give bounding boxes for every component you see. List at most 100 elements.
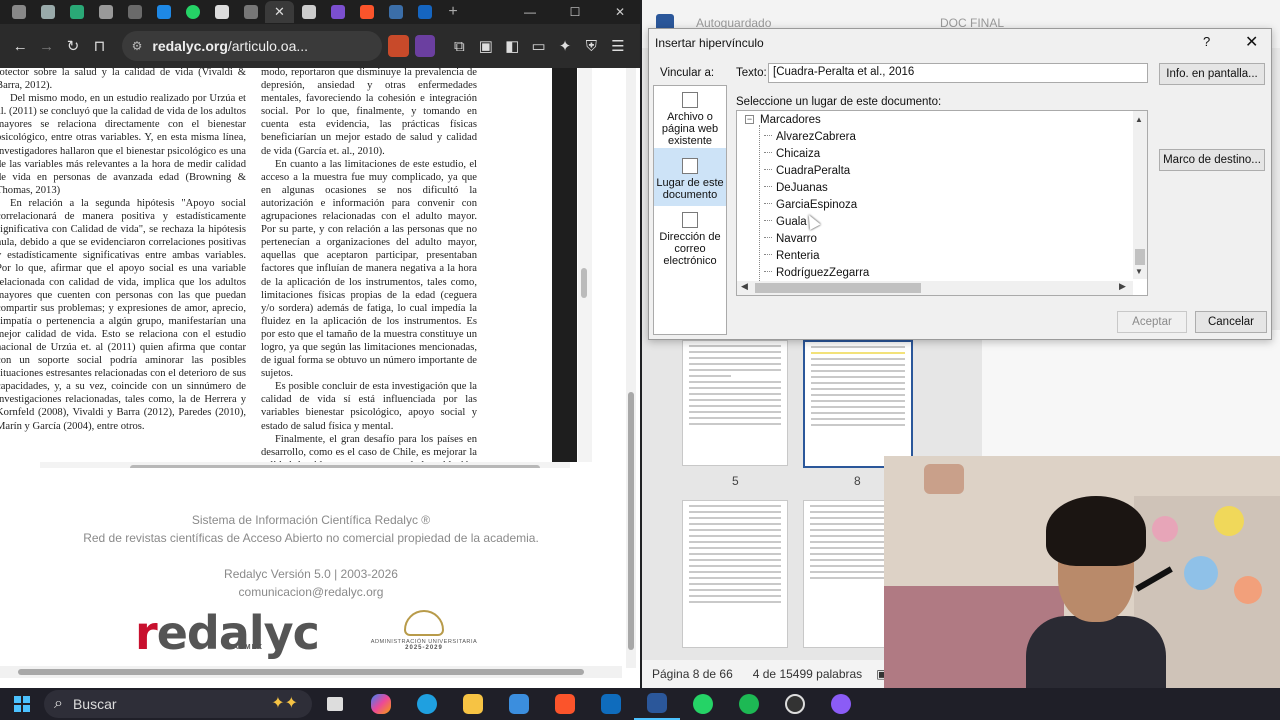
document-area[interactable]: [982, 330, 1280, 460]
link-place-in-document-button[interactable]: Lugar de este documento: [654, 148, 726, 206]
tab[interactable]: [207, 1, 236, 23]
tab[interactable]: [4, 1, 33, 23]
text-to-display-input[interactable]: [Cuadra-Peralta et al., 2016: [768, 63, 1148, 83]
tree-item[interactable]: CuadraPeralta: [764, 165, 850, 177]
extensions-icon[interactable]: ⧉: [447, 33, 471, 59]
tab[interactable]: [381, 1, 410, 23]
status-words[interactable]: 4 de 15499 palabras: [753, 667, 862, 681]
whatsapp-icon[interactable]: [680, 688, 726, 720]
tab[interactable]: [352, 1, 381, 23]
brave-icon[interactable]: [542, 688, 588, 720]
pdf-vertical-scrollbar[interactable]: [578, 68, 592, 462]
tree-hscroll-thumb[interactable]: [755, 283, 921, 293]
page-thumbnail[interactable]: [682, 500, 788, 648]
page-thumbnail-selected[interactable]: [803, 340, 913, 468]
edge-icon[interactable]: [404, 688, 450, 720]
tree-item[interactable]: RodríguezZegarra: [764, 267, 869, 279]
screenshot-icon[interactable]: ▣: [474, 33, 498, 59]
word-icon[interactable]: [634, 688, 680, 720]
paragraph: En relación a la segunda hipótesis "Apoy…: [0, 197, 246, 432]
tree-root[interactable]: − Marcadores: [745, 114, 821, 126]
bookmark-icon[interactable]: ⊓: [87, 33, 111, 59]
task-view-icon[interactable]: [312, 688, 358, 720]
scroll-left-icon[interactable]: ◀: [741, 281, 748, 292]
page-vertical-scrollbar[interactable]: [626, 68, 636, 668]
text-label: Texto:: [736, 67, 767, 79]
tree-item[interactable]: DeJuanas: [764, 182, 828, 194]
address-bar[interactable]: ⚙ redalyc.org/articulo.oa...: [121, 31, 382, 61]
vpn-icon[interactable]: ⛨: [579, 33, 603, 59]
sidebar-icon[interactable]: ◧: [500, 33, 524, 59]
tree-item[interactable]: Navarro: [764, 233, 817, 245]
browser-window: ✕ + — ☐ ✕ ← → ↻ ⊓ ⚙ redalyc.org/articulo…: [0, 0, 640, 688]
page-horizontal-scrollbar[interactable]: [0, 666, 622, 678]
podcast-icon[interactable]: [818, 688, 864, 720]
outlook-icon[interactable]: [588, 688, 634, 720]
tree-item[interactable]: Chicaiza: [764, 148, 820, 160]
tree-item[interactable]: GarciaEspinoza: [764, 199, 857, 211]
copilot-icon[interactable]: [358, 688, 404, 720]
windows-icon: [14, 696, 30, 712]
back-icon[interactable]: ←: [8, 33, 32, 59]
page-thumbnail[interactable]: [682, 340, 788, 466]
store-icon[interactable]: [496, 688, 542, 720]
tab[interactable]: [323, 1, 352, 23]
reload-icon[interactable]: ↻: [61, 33, 85, 59]
link-existing-file-button[interactable]: Archivo o página web existente: [654, 90, 726, 147]
tab-strip: ✕ + — ☐ ✕: [0, 0, 640, 24]
collapse-icon[interactable]: −: [745, 115, 754, 124]
menu-icon[interactable]: ☰: [606, 33, 630, 59]
cancel-button[interactable]: Cancelar: [1195, 311, 1267, 333]
start-button[interactable]: [0, 688, 44, 720]
tree-item[interactable]: AlvarezCabrera: [764, 131, 856, 143]
target-frame-button[interactable]: Marco de destino...: [1159, 149, 1265, 171]
page-hscroll-thumb[interactable]: [18, 669, 584, 675]
tab[interactable]: [149, 1, 178, 23]
tree-item[interactable]: Guala: [764, 216, 807, 228]
spotify-icon[interactable]: [726, 688, 772, 720]
tab[interactable]: [236, 1, 265, 23]
help-icon[interactable]: ?: [1203, 34, 1210, 49]
close-icon[interactable]: ✕: [274, 5, 285, 19]
minimize-icon[interactable]: —: [510, 0, 550, 24]
tab[interactable]: [62, 1, 91, 23]
option-label: Archivo o página web existente: [661, 111, 719, 147]
scroll-up-icon[interactable]: ▲: [1135, 115, 1143, 124]
link-email-button[interactable]: Dirección de correo electrónico: [654, 210, 726, 272]
obs-icon[interactable]: [772, 688, 818, 720]
screentip-button[interactable]: Info. en pantalla...: [1159, 63, 1265, 85]
tree-vertical-scrollbar[interactable]: ▲ ▼: [1133, 111, 1147, 279]
maximize-icon[interactable]: ☐: [555, 0, 595, 24]
tab-active[interactable]: ✕: [265, 1, 294, 23]
scroll-down-icon[interactable]: ▼: [1135, 267, 1143, 276]
tab[interactable]: [178, 1, 207, 23]
tree-horizontal-scrollbar[interactable]: ◀ ▶: [737, 281, 1133, 295]
page-scroll-thumb[interactable]: [628, 392, 634, 650]
forward-icon[interactable]: →: [34, 33, 58, 59]
window-close-icon[interactable]: ✕: [600, 0, 640, 24]
redalyc-logo[interactable]: rredalycedalyc: [135, 606, 320, 660]
ok-button[interactable]: Aceptar: [1117, 311, 1187, 333]
tab[interactable]: [120, 1, 149, 23]
new-tab-button[interactable]: +: [439, 3, 467, 21]
tree-item[interactable]: Renteria: [764, 250, 819, 262]
file-explorer-icon[interactable]: [450, 688, 496, 720]
leo-icon[interactable]: ✦: [553, 33, 577, 59]
scroll-right-icon[interactable]: ▶: [1119, 281, 1126, 292]
tab[interactable]: [91, 1, 120, 23]
pdf-viewer[interactable]: rotector sobre la salud y la calidad de …: [0, 68, 622, 468]
close-icon[interactable]: ✕: [1245, 32, 1258, 52]
tree-scroll-thumb[interactable]: [1135, 249, 1145, 265]
brave-shield-icon[interactable]: [387, 35, 409, 57]
pdf-scroll-thumb[interactable]: [581, 268, 587, 298]
bookmark-tree[interactable]: − Marcadores AlvarezCabrera Chicaiza Cuad…: [736, 110, 1148, 296]
taskbar-search[interactable]: ⌕ Buscar ✦✦: [44, 690, 312, 718]
rewards-icon[interactable]: [414, 35, 436, 57]
tab[interactable]: [410, 1, 439, 23]
status-page[interactable]: Página 8 de 66: [652, 667, 733, 681]
footer-email-link[interactable]: comunicacion@redalyc.org: [0, 585, 622, 599]
tab[interactable]: [294, 1, 323, 23]
tune-icon[interactable]: ⚙: [132, 39, 143, 53]
tab[interactable]: [33, 1, 62, 23]
wallet-icon[interactable]: ▭: [526, 33, 550, 59]
